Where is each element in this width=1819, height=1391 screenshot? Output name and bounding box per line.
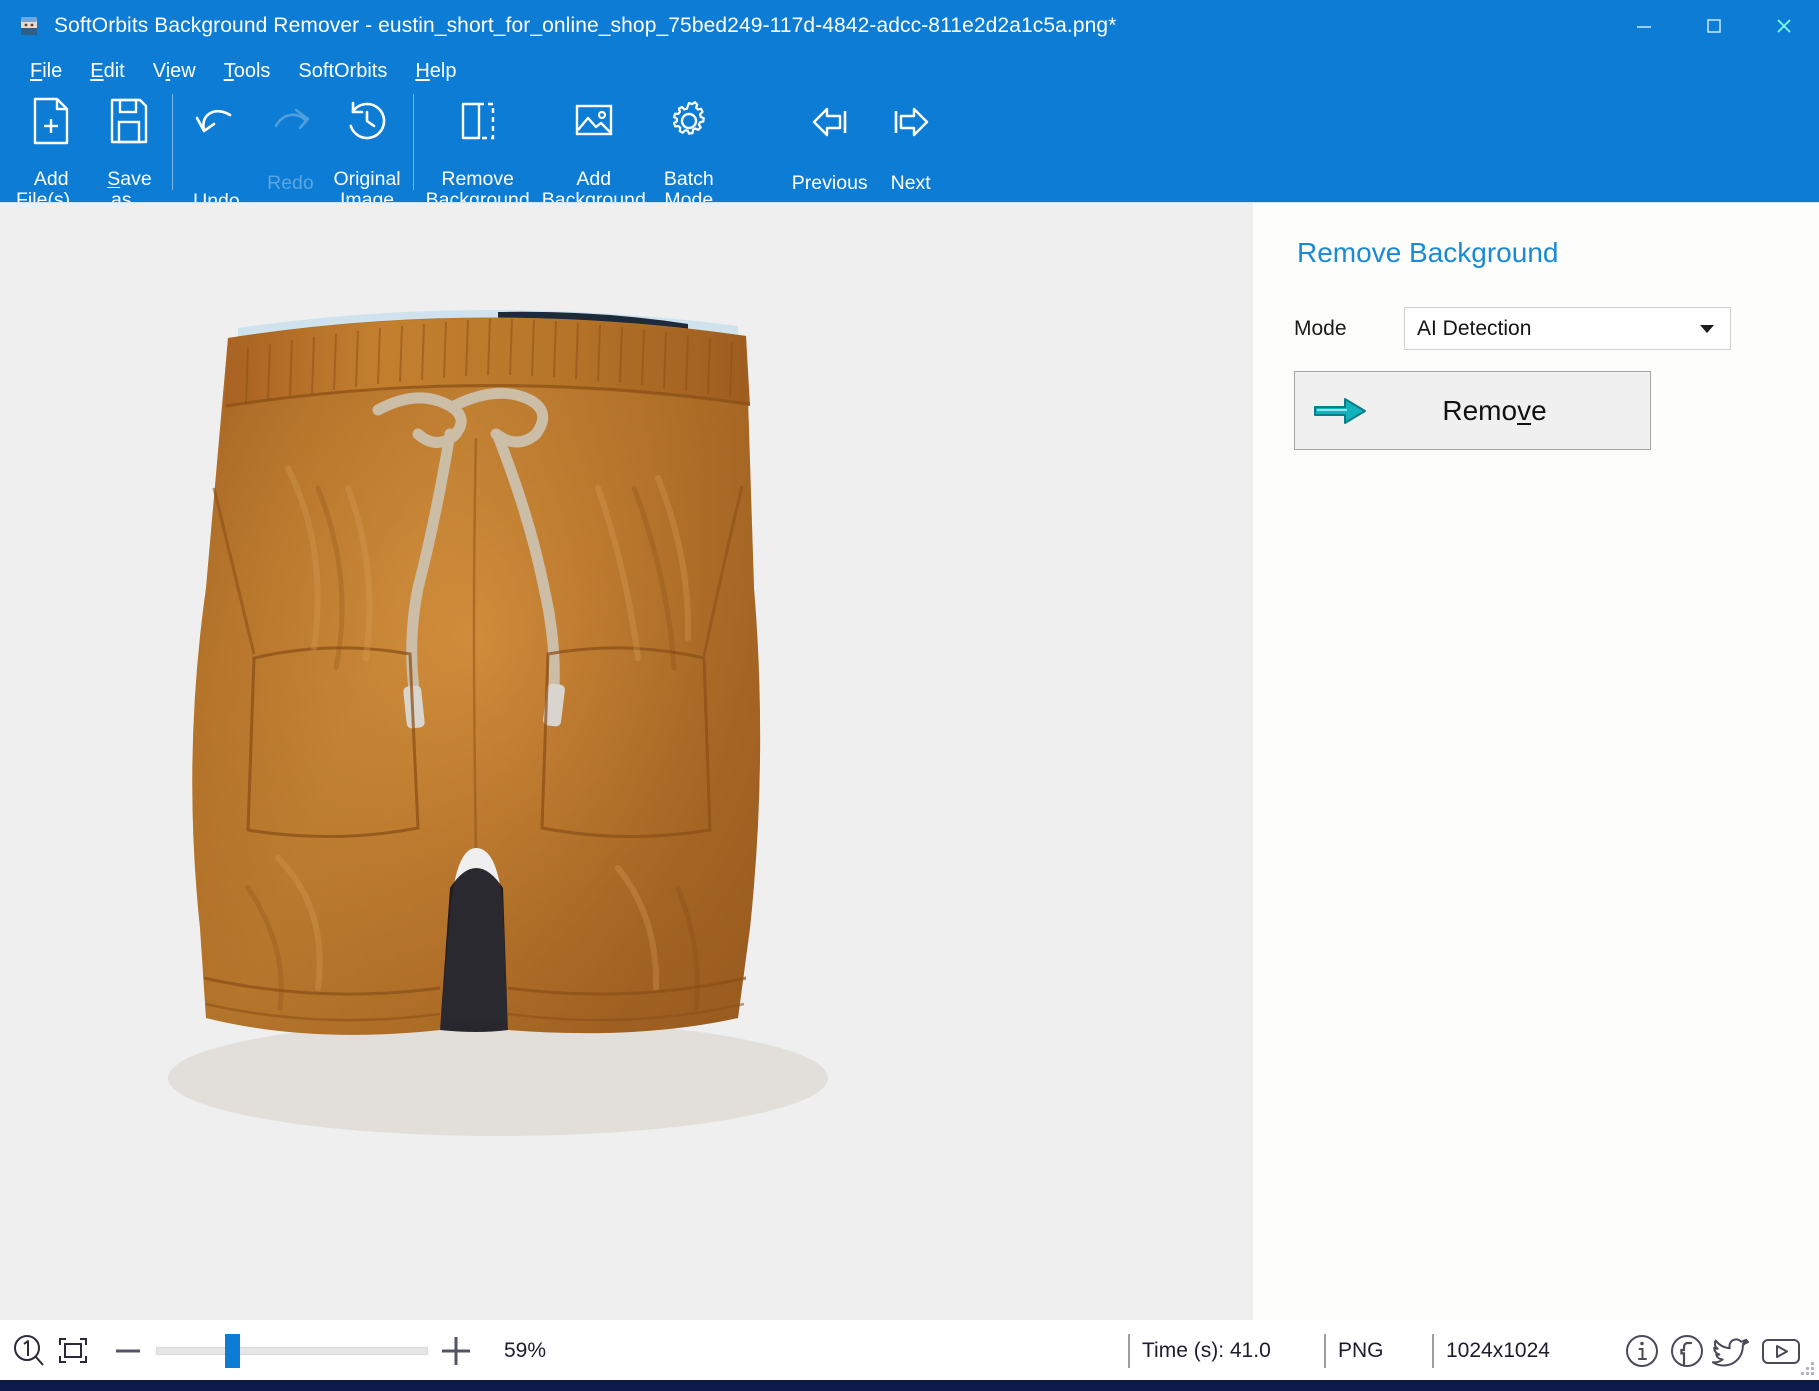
status-format-label: PNG (1324, 1334, 1432, 1368)
toolbar-separator-2 (413, 94, 414, 190)
social-links (1622, 1331, 1819, 1371)
fit-to-window-icon[interactable] (54, 1332, 92, 1370)
toolbar-button-save-as[interactable]: Saveas... (92, 90, 166, 194)
zoom-slider-track (156, 1347, 428, 1355)
menu-item-help[interactable]: Help (401, 57, 470, 86)
zoom-in-button[interactable] (434, 1329, 478, 1373)
close-button[interactable] (1749, 0, 1819, 52)
status-time-label: Time (s): 41.0 (1128, 1334, 1324, 1368)
toolbar-button-remove-background[interactable]: RemoveBackground (420, 90, 536, 194)
arrow-right-bar-icon (884, 96, 938, 149)
status-dimensions-label: 1024x1024 (1432, 1334, 1622, 1368)
save-icon (106, 96, 152, 146)
zoom-slider-handle[interactable] (225, 1334, 240, 1368)
toolbar-label-redo: Redo (267, 173, 314, 194)
add-file-icon (28, 96, 74, 146)
toolbar-separator-1 (172, 94, 173, 190)
image-canvas[interactable] (0, 202, 1253, 1320)
redo-arrow-icon (264, 96, 316, 149)
mode-dropdown-value: AI Detection (1417, 317, 1700, 341)
mode-label: Mode (1294, 317, 1404, 341)
right-panel: Remove Background Mode AI Detection Remo… (1253, 202, 1819, 1320)
toolbar-button-batch-mode[interactable]: BatchMode (652, 90, 726, 194)
youtube-icon[interactable] (1759, 1331, 1803, 1371)
app-logo-icon (16, 13, 42, 39)
zoom-actual-size-icon[interactable] (10, 1332, 48, 1370)
menu-item-softorbits[interactable]: SoftOrbits (284, 57, 401, 86)
chevron-down-icon (1700, 325, 1714, 333)
zoom-percent-label: 59% (504, 1339, 546, 1363)
window-title: SoftOrbits Background Remover - eustin_s… (54, 14, 1609, 38)
toolbar-label-next: Next (891, 173, 931, 194)
menu-bar: File Edit View Tools SoftOrbits Help (0, 52, 1819, 90)
orange-shorts-photo (78, 288, 888, 1153)
picture-icon (569, 96, 619, 146)
main-area: Remove Background Mode AI Detection Remo… (0, 202, 1819, 1320)
toolbar-button-add-background[interactable]: AddBackground (536, 90, 652, 194)
twitter-icon[interactable] (1712, 1331, 1754, 1371)
remove-button-label: Remove (1385, 395, 1650, 427)
menu-item-file[interactable]: File (16, 57, 76, 86)
menu-item-view[interactable]: View (139, 57, 210, 86)
window-bottom-edge (0, 1380, 1819, 1391)
undo-arrow-icon (190, 96, 242, 146)
menu-item-tools[interactable]: Tools (210, 57, 285, 86)
menu-label-tools-rest: ools (234, 60, 271, 82)
toolbar-button-add-files[interactable]: AddFile(s)... (10, 90, 92, 194)
panel-title: Remove Background (1297, 237, 1819, 269)
toolbar-button-original-image[interactable]: OriginalImage (327, 90, 406, 194)
maximize-button[interactable] (1679, 0, 1749, 52)
menu-label-edit-rest: dit (104, 60, 125, 82)
application-window: SoftOrbits Background Remover - eustin_s… (0, 0, 1819, 1391)
toolbar-button-next[interactable]: Next (874, 90, 948, 194)
zoom-slider[interactable] (156, 1329, 428, 1373)
toolbar-button-previous[interactable]: Previous (786, 90, 874, 194)
toolbar-button-redo[interactable]: Redo (253, 90, 327, 194)
zoom-out-button[interactable] (106, 1329, 150, 1373)
toolbar-button-undo[interactable]: Undo (179, 90, 253, 194)
window-controls (1609, 0, 1819, 52)
minimize-button[interactable] (1609, 0, 1679, 52)
menu-label-help-rest: elp (430, 60, 457, 82)
remove-arrow-icon (1295, 393, 1385, 429)
menu-item-edit[interactable]: Edit (76, 57, 138, 86)
resize-grip[interactable] (1799, 1360, 1815, 1376)
gear-icon (664, 96, 714, 146)
crop-dashed-icon (453, 96, 503, 146)
title-bar: SoftOrbits Background Remover - eustin_s… (0, 0, 1819, 52)
menu-label-file-rest: ile (42, 60, 62, 82)
info-icon[interactable] (1622, 1331, 1662, 1371)
status-bar: 59% Time (s): 41.0 PNG 1024x1024 (0, 1320, 1819, 1380)
remove-button[interactable]: Remove (1294, 371, 1651, 450)
toolbar-label-previous: Previous (792, 173, 868, 194)
toolbar: AddFile(s)... Saveas... (0, 90, 1819, 202)
facebook-icon[interactable] (1667, 1331, 1707, 1371)
mode-dropdown[interactable]: AI Detection (1404, 307, 1731, 350)
history-clock-icon (342, 96, 392, 146)
arrow-left-bar-icon (803, 96, 857, 149)
mode-row: Mode AI Detection (1294, 307, 1819, 350)
